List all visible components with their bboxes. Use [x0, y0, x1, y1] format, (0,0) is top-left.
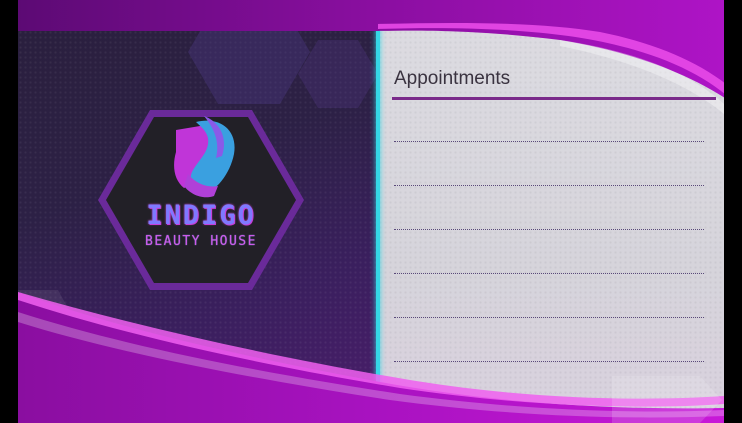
appointment-line[interactable]: [394, 185, 704, 186]
brand-subtitle: BEAUTY HOUSE: [145, 234, 257, 249]
appointment-line[interactable]: [394, 229, 704, 230]
appointments-title: Appointments: [394, 68, 511, 89]
brand-name: INDIGO: [146, 200, 256, 231]
appointment-line[interactable]: [394, 273, 704, 274]
title-underline: [392, 97, 716, 100]
appointment-line[interactable]: [394, 317, 704, 318]
appointment-line[interactable]: [394, 141, 704, 142]
appointment-line[interactable]: [394, 361, 704, 362]
appointment-card: INDIGO BEAUTY HOUSE Appointments: [0, 0, 742, 423]
appointment-lines: [394, 141, 704, 405]
